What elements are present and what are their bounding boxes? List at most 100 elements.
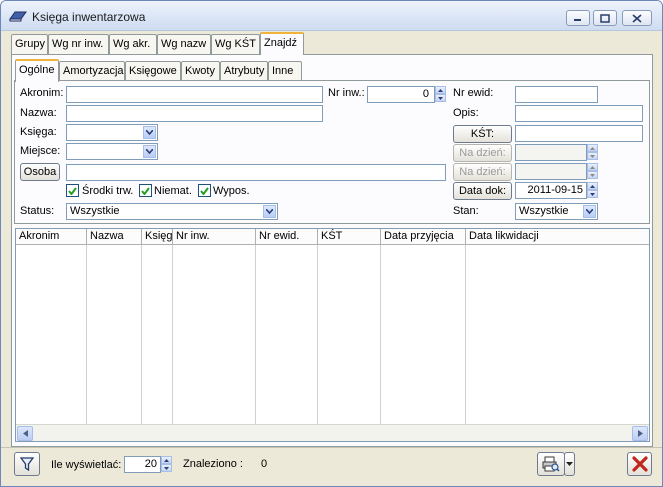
spin-up-icon[interactable] [587,163,598,171]
scroll-left-icon[interactable] [17,426,33,441]
column-header-akronim[interactable]: Akronim [16,229,87,245]
grid-column [87,245,142,424]
na-dzien-input-2[interactable] [515,163,587,180]
stan-select[interactable]: Wszystkie [515,203,598,220]
akronim-input[interactable] [66,86,323,103]
spin-down-icon[interactable] [587,171,598,179]
filter-button[interactable] [14,452,40,476]
spin-down-icon[interactable] [435,94,446,102]
ksiega-select[interactable] [66,124,158,141]
tab-label: Ogólne [19,64,55,76]
tab-wg-kst[interactable]: Wg KŚT [211,34,260,54]
nazwa-input[interactable] [66,105,323,122]
srodki-trw-label: Środki trw. [82,185,134,197]
maximize-button[interactable] [593,10,617,26]
grid-column [142,245,173,424]
tab-label: Inne [272,65,294,77]
ile-wyswietlac-label: Ile wyświetlać: [51,459,122,471]
tab-inne[interactable]: Inne [268,61,302,81]
chevron-down-icon[interactable] [143,145,156,158]
status-select[interactable]: Wszystkie [66,203,278,220]
maximize-icon [600,13,610,23]
status-label: Status: [20,205,55,217]
column-header-ksiega[interactable]: Księg [142,229,173,245]
minimize-button[interactable] [566,10,590,26]
data-dok-button[interactable]: Data dok: [453,182,512,200]
grid-column [16,245,87,424]
check-icon [68,186,77,195]
data-dok-input[interactable]: 2011-09-15 [515,182,587,199]
ksiega-label: Księga: [20,126,57,138]
ile-wyswietlac-input[interactable]: 20 [124,456,161,473]
na-dzien-spinner-1[interactable] [587,144,598,161]
print-menu-button[interactable] [564,452,575,476]
kst-input[interactable] [515,125,643,142]
tab-grupy[interactable]: Grupy [11,34,48,54]
column-header-data-przyjecia[interactable]: Data przyjęcia [381,229,466,245]
column-header-kst[interactable]: KŚT [318,229,381,245]
osoba-button[interactable]: Osoba [20,163,60,181]
osoba-input[interactable] [66,164,446,181]
tab-znajdz[interactable]: Znajdź [260,32,304,55]
wypos-checkbox[interactable] [198,184,211,197]
na-dzien-spinner-2[interactable] [587,163,598,180]
close-button[interactable] [627,452,652,476]
niemat-checkbox[interactable] [139,184,152,197]
tab-wg-akr[interactable]: Wg akr. [109,34,157,54]
spin-down-icon[interactable] [161,464,172,472]
na-dzien-input-1[interactable] [515,144,587,161]
spin-up-icon[interactable] [587,182,598,190]
spin-up-icon[interactable] [587,144,598,152]
spin-down-icon[interactable] [587,190,598,198]
srodki-trw-checkbox[interactable] [66,184,79,197]
kst-button[interactable]: KŚT: [453,125,512,143]
print-button[interactable] [537,452,565,476]
tab-wg-nr-inw[interactable]: Wg nr inw. [48,34,109,54]
tab-kwoty[interactable]: Kwoty [181,61,220,81]
close-icon [632,13,642,23]
nr-inw-spinner[interactable] [435,86,446,103]
column-header-nr-ewid[interactable]: Nr ewid. [256,229,318,245]
grid-column [256,245,318,424]
chevron-down-icon[interactable] [263,205,276,218]
osoba-button-label: Osoba [23,166,57,178]
horizontal-scrollbar[interactable] [16,424,649,441]
tab-label: Wg nazw [161,38,207,50]
niemat-label: Niemat. [154,185,192,197]
tab-amortyzacja[interactable]: Amortyzacja [59,61,125,81]
column-header-nr-inw[interactable]: Nr inw. [173,229,256,245]
scroll-right-icon[interactable] [632,426,648,441]
na-dzien-button-1[interactable]: Na dzień: [453,144,512,162]
spin-down-icon[interactable] [587,152,598,160]
grid-header: Akronim Nazwa Księg Nr inw. Nr ewid. KŚT… [16,229,649,245]
ile-wyswietlac-spinner[interactable] [161,456,172,473]
grid-column [318,245,381,424]
wypos-label: Wypos. [213,185,250,197]
column-header-nazwa[interactable]: Nazwa [87,229,142,245]
tab-label: Grupy [15,38,45,50]
tab-label: Księgowe [129,65,177,77]
chevron-down-icon[interactable] [583,205,596,218]
tab-wg-nazw[interactable]: Wg nazw [157,34,211,54]
tab-label: Atrybuty [224,65,265,77]
na-dzien-label-2: Na dzień: [459,166,506,178]
tab-label: Wg nr inw. [52,38,104,50]
grid-column [173,245,256,424]
na-dzien-button-2[interactable]: Na dzień: [453,163,512,181]
column-header-data-likwidacji[interactable]: Data likwidacji [466,229,649,245]
results-grid[interactable]: Akronim Nazwa Księg Nr inw. Nr ewid. KŚT… [15,228,650,442]
nr-inw-input[interactable]: 0 [367,86,435,103]
close-window-button[interactable] [622,10,652,26]
spin-up-icon[interactable] [161,456,172,464]
opis-label: Opis: [453,107,479,119]
opis-input[interactable] [515,105,643,122]
tab-ogolne[interactable]: Ogólne [15,59,59,82]
tab-ksiegowe[interactable]: Księgowe [125,61,181,81]
data-dok-spinner[interactable] [587,182,598,199]
nr-ewid-input[interactable] [515,86,598,103]
tab-atrybuty[interactable]: Atrybuty [220,61,268,81]
chevron-down-icon[interactable] [143,126,156,139]
miejsce-select[interactable] [66,143,158,160]
spin-up-icon[interactable] [435,86,446,94]
nazwa-label: Nazwa: [20,107,57,119]
